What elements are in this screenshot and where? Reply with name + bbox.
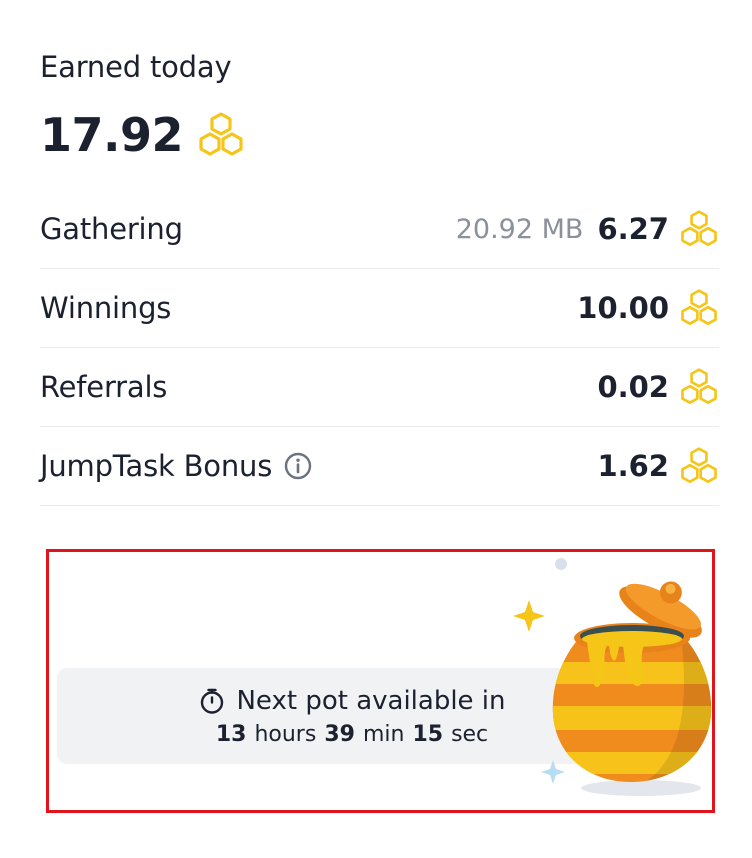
- countdown-minutes-unit: min: [362, 721, 405, 747]
- honeycomb-icon: [197, 112, 245, 158]
- row-label-text: Winnings: [40, 291, 172, 325]
- row-right: 20.92 MB 6.27: [456, 210, 719, 248]
- row-label-text: JumpTask Bonus: [40, 449, 273, 483]
- countdown-hours-unit: hours: [254, 721, 317, 747]
- earned-total-value: 17.92: [40, 108, 184, 162]
- countdown-title-text: Next pot available in: [236, 685, 506, 716]
- row-right: 0.02: [597, 368, 719, 406]
- row-label: JumpTask Bonus: [40, 449, 312, 483]
- earned-today-label: Earned today: [40, 50, 232, 84]
- row-label: Winnings: [40, 291, 171, 325]
- countdown-title: Next pot available in: [198, 685, 506, 716]
- breakdown-row-gathering: Gathering 20.92 MB 6.27: [40, 190, 719, 269]
- row-label: Referrals: [40, 370, 167, 404]
- countdown-hours: 13: [215, 721, 247, 747]
- row-label-text: Referrals: [40, 370, 168, 404]
- countdown-seconds: 15: [412, 721, 444, 747]
- row-value: 0.02: [597, 370, 669, 404]
- countdown-seconds-unit: sec: [451, 721, 489, 747]
- row-label: Gathering: [40, 212, 183, 246]
- next-pot-card: Next pot available in 13 hours 39 min 15…: [46, 549, 715, 813]
- breakdown-row-jumptask-bonus: JumpTask Bonus 1.62: [40, 427, 719, 506]
- earned-total: 17.92: [40, 108, 245, 162]
- honeycomb-icon: [679, 289, 719, 327]
- data-amount: 20.92 MB: [455, 213, 584, 245]
- earnings-breakdown: Gathering 20.92 MB 6.27 Winnings 10.00 R…: [40, 190, 719, 506]
- info-icon[interactable]: [284, 452, 312, 480]
- breakdown-row-winnings: Winnings 10.00: [40, 269, 719, 348]
- row-value: 6.27: [597, 212, 669, 246]
- row-right: 1.62: [597, 447, 719, 485]
- honeycomb-icon: [679, 368, 719, 406]
- breakdown-row-referrals: Referrals 0.02: [40, 348, 719, 427]
- row-right: 10.00: [577, 289, 719, 327]
- row-value: 1.62: [597, 449, 669, 483]
- row-value: 10.00: [577, 291, 669, 325]
- honeycomb-icon: [679, 210, 719, 248]
- countdown-time: 13 hours 39 min 15 sec: [216, 722, 488, 747]
- honeycomb-icon: [679, 447, 719, 485]
- honey-pot-illustration: [505, 552, 715, 802]
- countdown-minutes: 39: [324, 721, 355, 747]
- stopwatch-icon: [198, 687, 226, 715]
- row-label-text: Gathering: [40, 212, 183, 246]
